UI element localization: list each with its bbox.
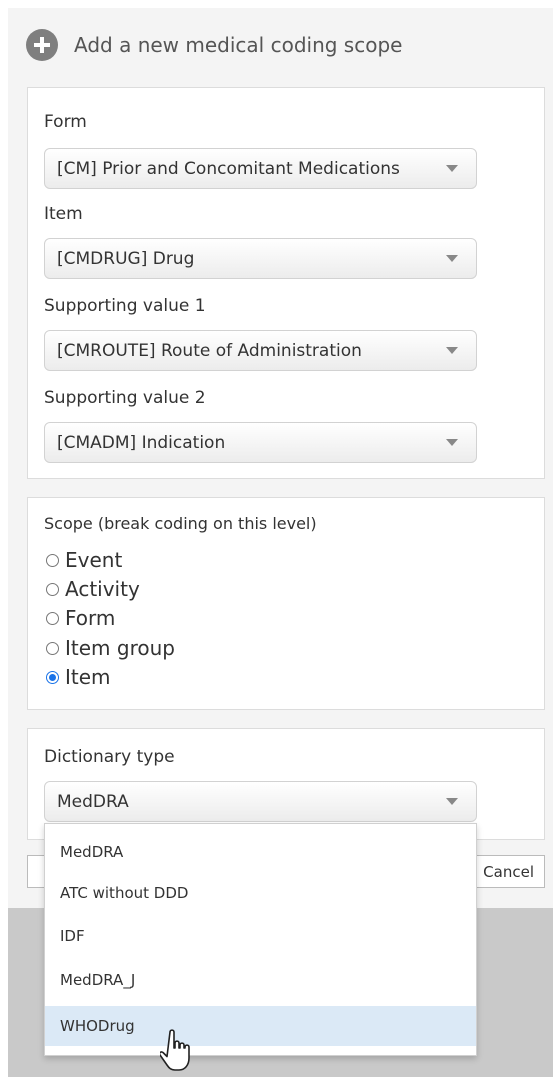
dropdown-option-label: MedDRA_J [60, 971, 136, 989]
cancel-button[interactable]: Cancel [468, 855, 545, 888]
radio-button-checked[interactable] [46, 670, 59, 684]
supporting-value-2-select[interactable]: [CMADM] Indication [44, 422, 477, 463]
dropdown-option-label: WHODrug [60, 1017, 135, 1035]
scope-option-label: Form [65, 606, 116, 630]
chevron-down-icon [446, 347, 458, 354]
scope-panel: Scope (break coding on this level) Event… [27, 497, 545, 710]
radio-button[interactable] [46, 582, 59, 596]
scope-option-label: Activity [65, 577, 140, 601]
scope-option-event[interactable]: Event [46, 548, 122, 572]
form-select-value: [CM] Prior and Concomitant Medications [57, 158, 400, 179]
scope-option-form[interactable]: Form [46, 606, 115, 630]
dictionary-type-label: Dictionary type [44, 747, 175, 767]
chevron-down-icon [446, 798, 458, 805]
chevron-down-icon [446, 255, 458, 262]
form-select[interactable]: [CM] Prior and Concomitant Medications [44, 148, 477, 189]
radio-button[interactable] [46, 553, 59, 567]
item-select[interactable]: [CMDRUG] Drug [44, 238, 477, 279]
radio-button[interactable] [46, 641, 59, 655]
supporting-value-2-value: [CMADM] Indication [57, 432, 226, 453]
dictionary-type-select[interactable]: MedDRA [44, 781, 477, 822]
dropdown-option-label: IDF [60, 927, 85, 945]
dropdown-option-whodrug[interactable]: WHODrug [45, 1006, 476, 1046]
radio-button[interactable] [46, 611, 59, 625]
form-label: Form [44, 112, 87, 132]
item-label: Item [44, 204, 83, 224]
plus-circle-icon[interactable] [26, 29, 58, 61]
dropdown-option-label: MedDRA [60, 843, 124, 861]
dropdown-option-label: ATC without DDD [60, 884, 189, 902]
scope-option-item-group[interactable]: Item group [46, 636, 175, 660]
dialog-header: Add a new medical coding scope [26, 28, 402, 62]
supporting-value-1-select[interactable]: [CMROUTE] Route of Administration [44, 330, 477, 371]
scope-option-activity[interactable]: Activity [46, 577, 140, 601]
cancel-button-label: Cancel [483, 862, 534, 881]
dialog-title: Add a new medical coding scope [74, 33, 403, 57]
chevron-down-icon [446, 439, 458, 446]
chevron-down-icon [446, 165, 458, 172]
scope-option-label: Item group [65, 636, 175, 660]
dropdown-option-idf[interactable]: IDF [45, 916, 476, 956]
supporting-value-1-label: Supporting value 1 [44, 296, 206, 316]
scope-option-label: Item [65, 665, 111, 689]
hand-cursor-icon [160, 1029, 190, 1071]
dropdown-option-meddra[interactable]: MedDRA [45, 832, 476, 872]
dropdown-option-meddra-j[interactable]: MedDRA_J [45, 960, 476, 1000]
scope-option-label: Event [65, 548, 123, 572]
supporting-value-2-label: Supporting value 2 [44, 388, 206, 408]
scope-option-item[interactable]: Item [46, 665, 111, 689]
dictionary-dropdown-list: MedDRA ATC without DDD IDF MedDRA_J WHOD… [44, 823, 477, 1056]
form-panel: Form [CM] Prior and Concomitant Medicati… [27, 87, 545, 479]
item-select-value: [CMDRUG] Drug [57, 248, 195, 269]
scope-title: Scope (break coding on this level) [44, 514, 317, 533]
dropdown-option-atc-without-ddd[interactable]: ATC without DDD [45, 873, 476, 913]
dictionary-select-value: MedDRA [57, 791, 129, 812]
supporting-value-1-value: [CMROUTE] Route of Administration [57, 340, 362, 361]
